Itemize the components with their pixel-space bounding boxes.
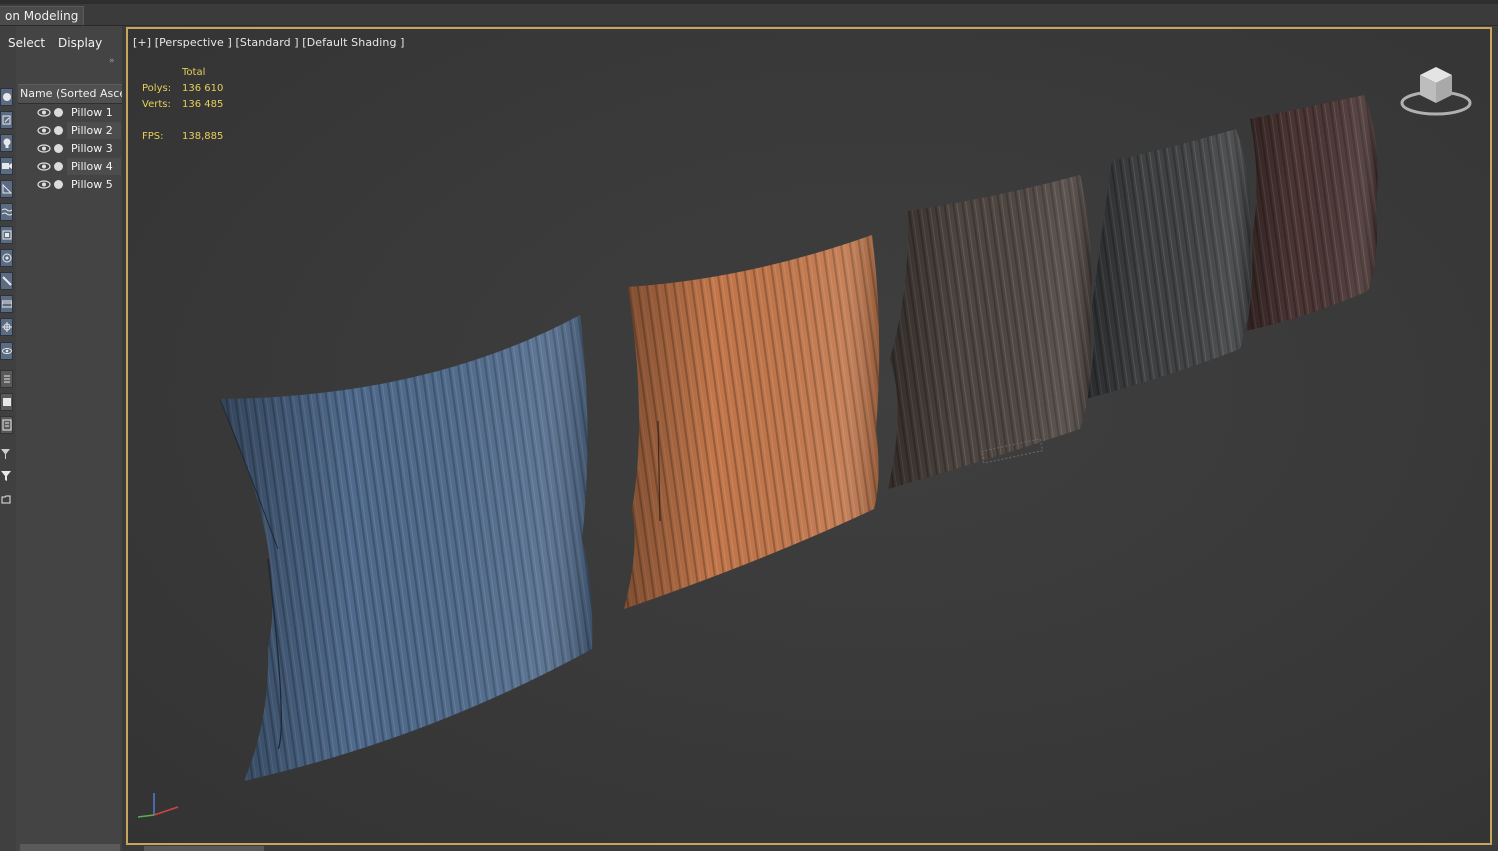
column-header-name[interactable]: Name (Sorted Ascending): [18, 84, 122, 104]
object-name[interactable]: Pillow 2: [67, 122, 121, 139]
scene-render[interactable]: [128, 29, 1490, 843]
viewport-label[interactable]: [+] [Perspective ] [Standard ] [Default …: [133, 36, 405, 49]
object-list: Pillow 1 Pillow 2 Pillow 3 Pillow 4 Pill…: [16, 104, 122, 194]
menu-display[interactable]: Display: [58, 36, 102, 50]
eye-icon[interactable]: [0, 342, 13, 360]
stats-polys-label: Polys:: [142, 83, 172, 94]
freeze-dot-icon[interactable]: [54, 108, 63, 117]
menu-select[interactable]: Select: [8, 36, 45, 50]
sphere-icon[interactable]: [0, 88, 13, 106]
pillow-5[interactable]: [1246, 95, 1378, 331]
list-item[interactable]: Pillow 4: [16, 158, 122, 176]
list-item[interactable]: Pillow 1: [16, 104, 122, 122]
pillow-2[interactable]: [624, 235, 880, 609]
container-icon[interactable]: [0, 295, 13, 313]
helper-icon[interactable]: [0, 180, 13, 198]
camera-icon[interactable]: [0, 157, 13, 175]
axis-tripod-icon: [137, 793, 179, 818]
time-slider[interactable]: [144, 846, 264, 851]
title-strip: [0, 0, 1498, 4]
ribbon-tab-modeling[interactable]: on Modeling: [0, 6, 85, 26]
object-name[interactable]: Pillow 1: [67, 104, 121, 121]
bone-icon[interactable]: [0, 272, 13, 290]
freeze-dot-icon[interactable]: [54, 126, 63, 135]
scene-explorer: Select Display » Name (Sorted Ascending)…: [8, 26, 122, 851]
column-header-label: Name (Sorted Ascending): [20, 87, 122, 100]
stats-fps-value: 138,885: [182, 131, 224, 142]
visibility-eye-icon[interactable]: [37, 162, 51, 171]
particle-icon[interactable]: [0, 318, 13, 336]
stats-polys-value: 136 610: [182, 83, 224, 94]
object-name[interactable]: Pillow 3: [67, 140, 121, 157]
pillow-1[interactable]: [219, 315, 593, 781]
stats-total-label: Total: [182, 67, 206, 78]
filter-icon[interactable]: [0, 468, 13, 486]
viewcube-icon[interactable]: [1396, 61, 1476, 119]
stats-verts-value: 136 485: [182, 99, 224, 110]
group-icon[interactable]: [0, 226, 13, 244]
perspective-viewport[interactable]: [+] [Perspective ] [Standard ] [Default …: [126, 27, 1492, 845]
right-edge-bar: [1492, 27, 1498, 845]
visibility-eye-icon[interactable]: [37, 144, 51, 153]
stats-fps-label: FPS:: [142, 131, 164, 142]
explorer-toolbar: [0, 26, 16, 851]
visibility-eye-icon[interactable]: [37, 126, 51, 135]
ribbon-bar: on Modeling: [0, 0, 1498, 26]
object-name[interactable]: Pillow 4: [67, 158, 121, 175]
stats-verts-label: Verts:: [142, 99, 171, 110]
filter-settings-icon[interactable]: [0, 446, 13, 464]
layer-icon[interactable]: [0, 393, 13, 411]
light-icon[interactable]: [0, 134, 13, 152]
shapes-icon[interactable]: [0, 111, 13, 129]
object-name[interactable]: Pillow 5: [67, 176, 121, 193]
visibility-eye-icon[interactable]: [37, 108, 51, 117]
folder-icon[interactable]: [0, 491, 13, 509]
list-icon[interactable]: [0, 370, 13, 388]
list-item[interactable]: Pillow 2: [16, 122, 122, 140]
pillow-4[interactable]: [1086, 129, 1251, 399]
timeline-bar: [126, 845, 1498, 851]
expand-chevron-icon[interactable]: »: [109, 56, 115, 66]
spacewarp-icon[interactable]: [0, 203, 13, 221]
freeze-dot-icon[interactable]: [54, 180, 63, 189]
pillow-3[interactable]: [888, 175, 1092, 489]
freeze-dot-icon[interactable]: [54, 162, 63, 171]
properties-icon[interactable]: [0, 416, 13, 434]
horizontal-scrollbar[interactable]: [20, 844, 120, 851]
list-item[interactable]: Pillow 3: [16, 140, 122, 158]
freeze-dot-icon[interactable]: [54, 144, 63, 153]
ribbon-divider: [0, 25, 1498, 26]
xref-icon[interactable]: [0, 249, 13, 267]
visibility-eye-icon[interactable]: [37, 180, 51, 189]
list-item[interactable]: Pillow 5: [16, 176, 122, 194]
